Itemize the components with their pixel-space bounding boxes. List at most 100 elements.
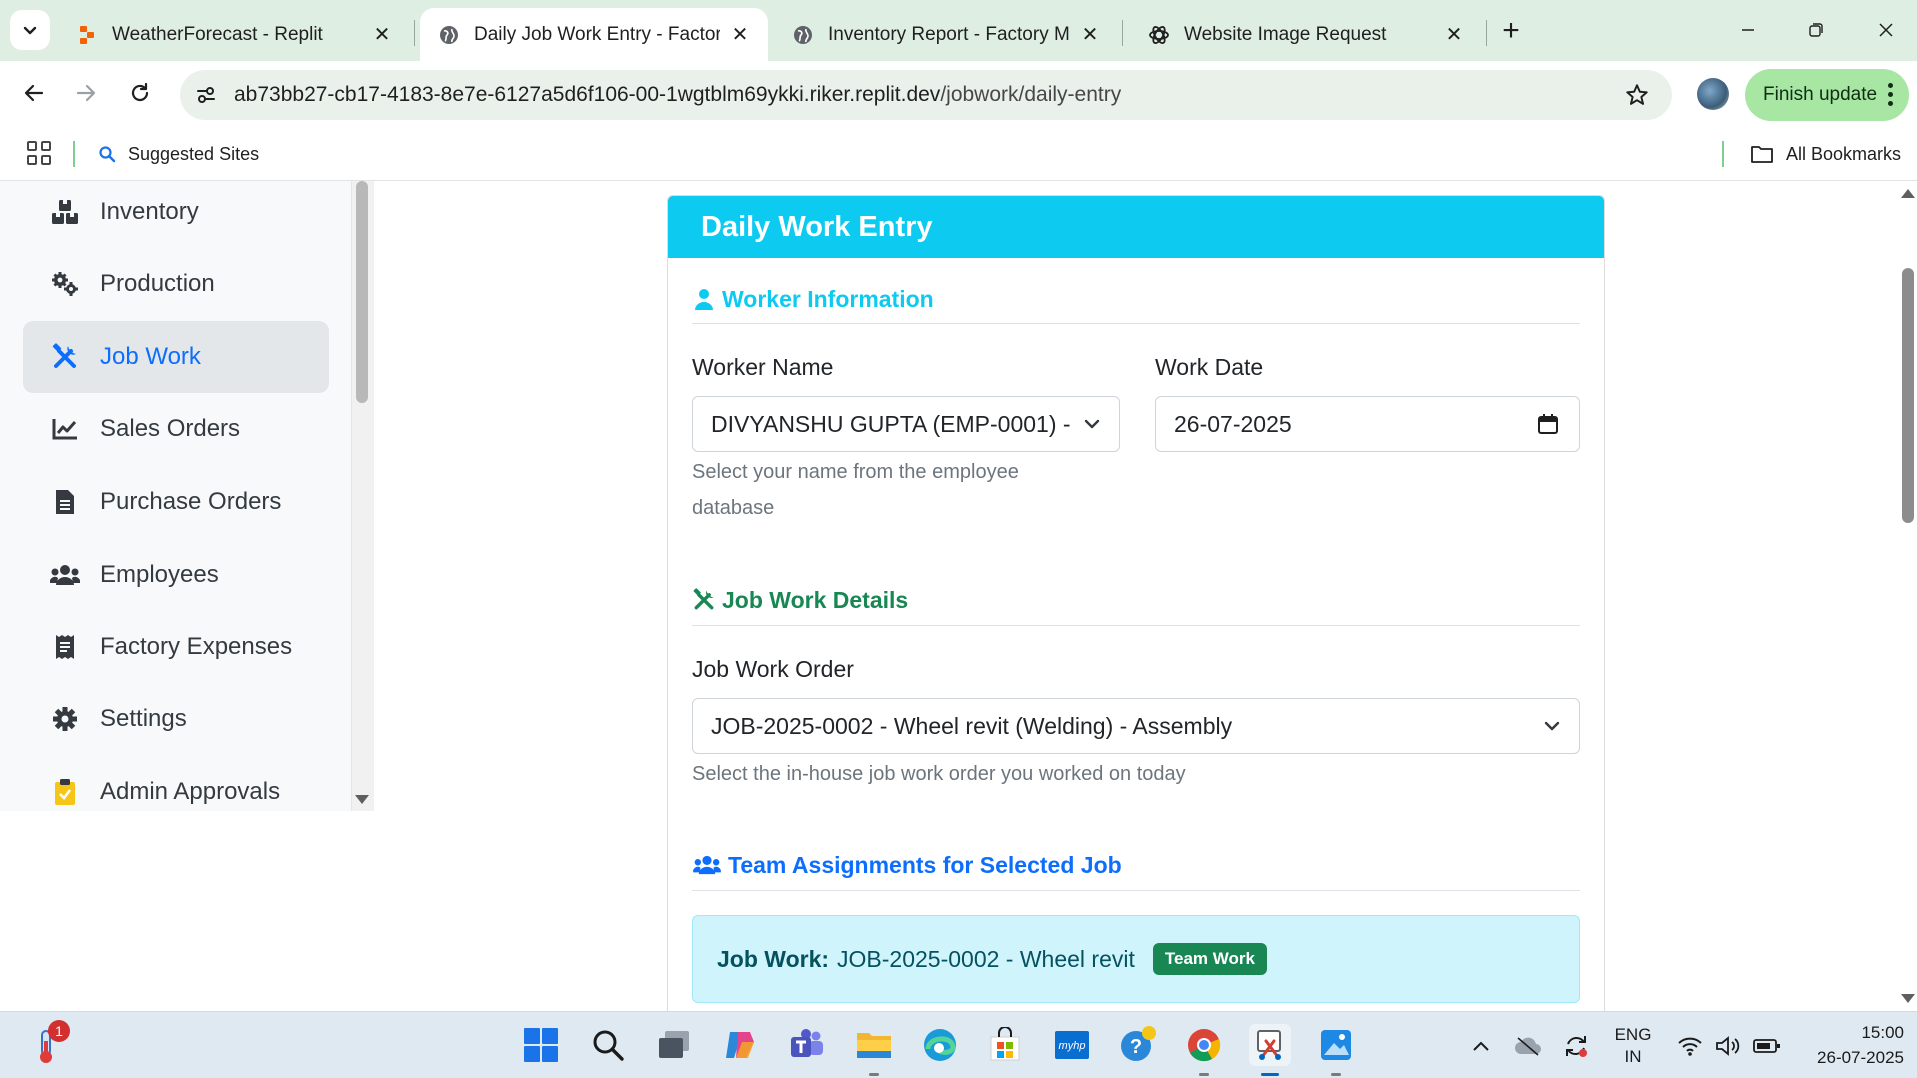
reload-button[interactable] bbox=[120, 73, 160, 113]
copilot-button[interactable] bbox=[719, 1024, 761, 1066]
tab-title: WeatherForecast - Replit bbox=[112, 23, 323, 45]
tab-inventory-report[interactable]: Inventory Report - Factory Man ✕ bbox=[774, 8, 1118, 61]
section-title-text: Worker Information bbox=[722, 285, 934, 312]
globe-icon bbox=[438, 24, 460, 46]
taskbar-search-button[interactable] bbox=[587, 1024, 629, 1066]
finish-update-button[interactable]: Finish update bbox=[1745, 69, 1909, 121]
tab-title: Website Image Request bbox=[1184, 23, 1387, 45]
work-date-value: 26-07-2025 bbox=[1174, 410, 1292, 437]
bookmark-star-icon[interactable] bbox=[1622, 80, 1652, 110]
scroll-up-arrow-icon[interactable] bbox=[1901, 189, 1915, 198]
sidebar-item-label: Factory Expenses bbox=[100, 633, 293, 660]
site-settings-icon[interactable] bbox=[192, 81, 220, 109]
sidebar-item-label: Admin Approvals bbox=[100, 778, 281, 805]
sync-button[interactable] bbox=[1558, 1012, 1594, 1078]
receipt-icon bbox=[50, 632, 80, 662]
sidebar-item-employees[interactable]: Employees bbox=[23, 539, 329, 611]
close-icon[interactable]: ✕ bbox=[1442, 23, 1466, 47]
close-icon[interactable]: ✕ bbox=[1078, 23, 1102, 47]
task-view-button[interactable] bbox=[653, 1024, 695, 1066]
tab-separator bbox=[1122, 20, 1123, 46]
sidebar-item-settings[interactable]: Settings bbox=[23, 683, 329, 755]
job-work-value: JOB-2025-0002 - Wheel revit bbox=[837, 945, 1135, 972]
reload-icon bbox=[131, 82, 149, 102]
sidebar-item-label: Inventory bbox=[100, 198, 199, 225]
sidebar-item-purchase-orders[interactable]: Purchase Orders bbox=[23, 466, 329, 538]
chrome-button[interactable] bbox=[1183, 1024, 1225, 1076]
start-button[interactable] bbox=[520, 1024, 562, 1066]
document-icon bbox=[50, 487, 80, 517]
forward-button[interactable] bbox=[66, 73, 106, 113]
restore-button[interactable] bbox=[1798, 12, 1834, 48]
teams-icon bbox=[791, 1029, 823, 1057]
sidebar-item-inventory[interactable]: Inventory bbox=[23, 181, 329, 248]
taskbar-clock[interactable]: 15:00 26-07-2025 bbox=[1792, 1020, 1904, 1070]
minimize-icon bbox=[1742, 29, 1754, 31]
windows-logo-icon bbox=[524, 1028, 558, 1062]
tab-daily-job-work-entry[interactable]: Daily Job Work Entry - Factory M ✕ bbox=[420, 8, 768, 61]
calendar-icon[interactable] bbox=[1537, 413, 1559, 435]
worker-name-value: DIVYANSHU GUPTA (EMP-0001) - bbox=[711, 410, 1071, 437]
scroll-down-arrow-icon[interactable] bbox=[1901, 994, 1915, 1003]
work-date-label: Work Date bbox=[1155, 354, 1264, 380]
chrome-icon bbox=[1188, 1029, 1221, 1062]
photos-icon bbox=[1321, 1030, 1351, 1060]
job-work-details-heading: Job Work Details bbox=[692, 582, 908, 618]
myhp-button[interactable]: myhp bbox=[1051, 1024, 1093, 1066]
worker-information-heading: Worker Information bbox=[692, 281, 934, 317]
sidebar-item-label: Production bbox=[100, 270, 215, 297]
store-button[interactable] bbox=[984, 1024, 1026, 1066]
profile-avatar[interactable] bbox=[1697, 78, 1729, 110]
quick-settings-button[interactable] bbox=[1674, 1012, 1784, 1078]
job-work-order-select[interactable]: JOB-2025-0002 - Wheel revit (Welding) - … bbox=[692, 698, 1580, 754]
sidebar-scrollbar-thumb[interactable] bbox=[356, 181, 368, 403]
section-title-text: Team Assignments for Selected Job bbox=[728, 851, 1122, 878]
get-help-button[interactable]: ? bbox=[1117, 1024, 1159, 1066]
onedrive-button[interactable] bbox=[1510, 1012, 1546, 1078]
arrow-right-icon bbox=[76, 84, 96, 102]
edge-button[interactable] bbox=[919, 1024, 961, 1066]
worker-name-select[interactable]: DIVYANSHU GUPTA (EMP-0001) - bbox=[692, 396, 1120, 452]
notification-badge: 1 bbox=[48, 1020, 70, 1042]
bookmark-suggested-sites[interactable]: Suggested Sites bbox=[98, 127, 259, 181]
address-bar[interactable]: ab73bb27-cb17-4183-8e7e-6127a5d6f106-00-… bbox=[180, 70, 1672, 120]
tab-separator bbox=[414, 20, 415, 46]
work-date-input[interactable]: 26-07-2025 bbox=[1155, 396, 1580, 452]
close-icon[interactable]: ✕ bbox=[370, 23, 394, 47]
tab-website-image-request[interactable]: Website Image Request ✕ bbox=[1130, 8, 1482, 61]
chevron-up-icon bbox=[1473, 1041, 1489, 1051]
sidebar-item-admin-approvals[interactable]: Admin Approvals bbox=[23, 756, 329, 811]
sync-icon bbox=[1566, 1035, 1587, 1057]
tab-weatherforecast[interactable]: WeatherForecast - Replit ✕ bbox=[58, 8, 410, 61]
back-button[interactable] bbox=[14, 73, 54, 113]
page-scrollbar-thumb[interactable] bbox=[1902, 268, 1914, 523]
photos-button[interactable] bbox=[1315, 1024, 1357, 1076]
sidebar-item-sales-orders[interactable]: Sales Orders bbox=[23, 393, 329, 465]
weather-widget[interactable]: 1 bbox=[26, 1020, 70, 1066]
sidebar-item-production[interactable]: Production bbox=[23, 248, 329, 320]
sidebar-item-factory-expenses[interactable]: Factory Expenses bbox=[23, 611, 329, 683]
close-icon[interactable]: ✕ bbox=[728, 23, 752, 47]
teams-button[interactable] bbox=[786, 1024, 828, 1066]
tab-search-button[interactable] bbox=[10, 10, 50, 50]
apps-grid-icon[interactable] bbox=[27, 141, 51, 165]
sidebar-item-job-work[interactable]: Job Work bbox=[23, 321, 329, 393]
bookmark-label: Suggested Sites bbox=[128, 143, 260, 164]
more-vertical-icon bbox=[1888, 83, 1893, 106]
section-divider bbox=[692, 625, 1580, 626]
close-window-button[interactable] bbox=[1868, 12, 1904, 48]
cloud-offline-icon bbox=[1515, 1036, 1541, 1056]
browser-toolbar: ab73bb27-cb17-4183-8e7e-6127a5d6f106-00-… bbox=[0, 61, 1917, 127]
snipping-tool-button[interactable] bbox=[1249, 1024, 1291, 1076]
all-bookmarks-button[interactable]: All Bookmarks bbox=[1750, 127, 1901, 181]
new-tab-button[interactable]: + bbox=[1494, 14, 1528, 48]
file-explorer-button[interactable] bbox=[853, 1024, 895, 1076]
scroll-down-arrow-icon[interactable] bbox=[355, 795, 369, 804]
show-hidden-icons-button[interactable] bbox=[1466, 1012, 1496, 1078]
task-view-icon bbox=[659, 1031, 689, 1058]
minimize-button[interactable] bbox=[1730, 12, 1766, 48]
users-icon bbox=[50, 560, 80, 590]
team-work-badge: Team Work bbox=[1152, 943, 1267, 975]
tools-icon bbox=[692, 587, 716, 613]
input-language-button[interactable]: ENG IN bbox=[1606, 1012, 1660, 1078]
